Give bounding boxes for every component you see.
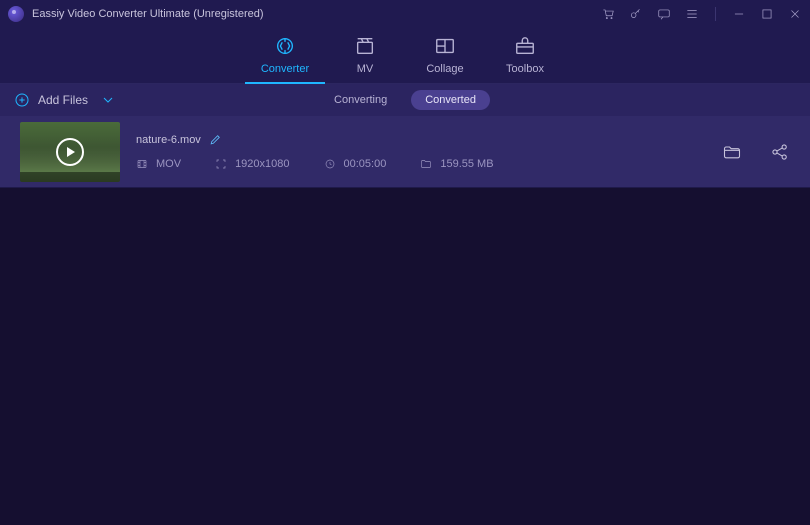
collage-icon	[434, 35, 456, 57]
main-nav: Converter MV Collage Toolbox	[0, 28, 810, 84]
play-icon	[56, 138, 84, 166]
resolution-icon	[215, 158, 227, 170]
clock-icon	[324, 158, 336, 170]
folder-icon	[420, 158, 432, 170]
tab-toolbox[interactable]: Toolbox	[485, 35, 565, 83]
feedback-icon[interactable]	[657, 7, 671, 21]
meta-format: MOV	[136, 158, 181, 170]
tab-mv[interactable]: MV	[325, 35, 405, 83]
add-files-button[interactable]: Add Files	[14, 92, 116, 108]
separator	[715, 7, 716, 21]
close-icon[interactable]	[788, 7, 802, 21]
cart-icon[interactable]	[601, 7, 615, 21]
thumbnail[interactable]	[20, 122, 120, 182]
meta-size: 159.55 MB	[420, 158, 493, 170]
open-folder-button[interactable]	[722, 142, 742, 162]
subtab-converting[interactable]: Converting	[320, 90, 401, 110]
app-title: Eassiy Video Converter Ultimate (Unregis…	[32, 8, 601, 20]
maximize-icon[interactable]	[760, 7, 774, 21]
tab-converter[interactable]: Converter	[245, 35, 325, 83]
share-button[interactable]	[770, 142, 790, 162]
subtab-converted[interactable]: Converted	[411, 90, 490, 110]
tab-collage-label: Collage	[426, 63, 463, 75]
app-logo	[8, 6, 24, 22]
meta-resolution: 1920x1080	[215, 158, 289, 170]
titlebar: Eassiy Video Converter Ultimate (Unregis…	[0, 0, 810, 28]
chevron-down-icon	[100, 92, 116, 108]
tab-toolbox-label: Toolbox	[506, 63, 544, 75]
menu-icon[interactable]	[685, 7, 699, 21]
file-item: nature-6.mov MOV 1920x1080 00:05:00 159.…	[0, 116, 810, 188]
tab-mv-label: MV	[357, 63, 374, 75]
file-name: nature-6.mov	[136, 134, 201, 146]
toolbox-icon	[514, 35, 536, 57]
tab-collage[interactable]: Collage	[405, 35, 485, 83]
meta-duration: 00:05:00	[324, 158, 387, 170]
add-files-label: Add Files	[38, 93, 88, 107]
subbar: Add Files Converting Converted	[0, 84, 810, 116]
mv-icon	[354, 35, 376, 57]
minimize-icon[interactable]	[732, 7, 746, 21]
edit-icon[interactable]	[209, 133, 222, 146]
key-icon[interactable]	[629, 7, 643, 21]
film-icon	[136, 158, 148, 170]
plus-circle-icon	[14, 92, 30, 108]
tab-converter-label: Converter	[261, 63, 309, 75]
converter-icon	[274, 35, 296, 57]
